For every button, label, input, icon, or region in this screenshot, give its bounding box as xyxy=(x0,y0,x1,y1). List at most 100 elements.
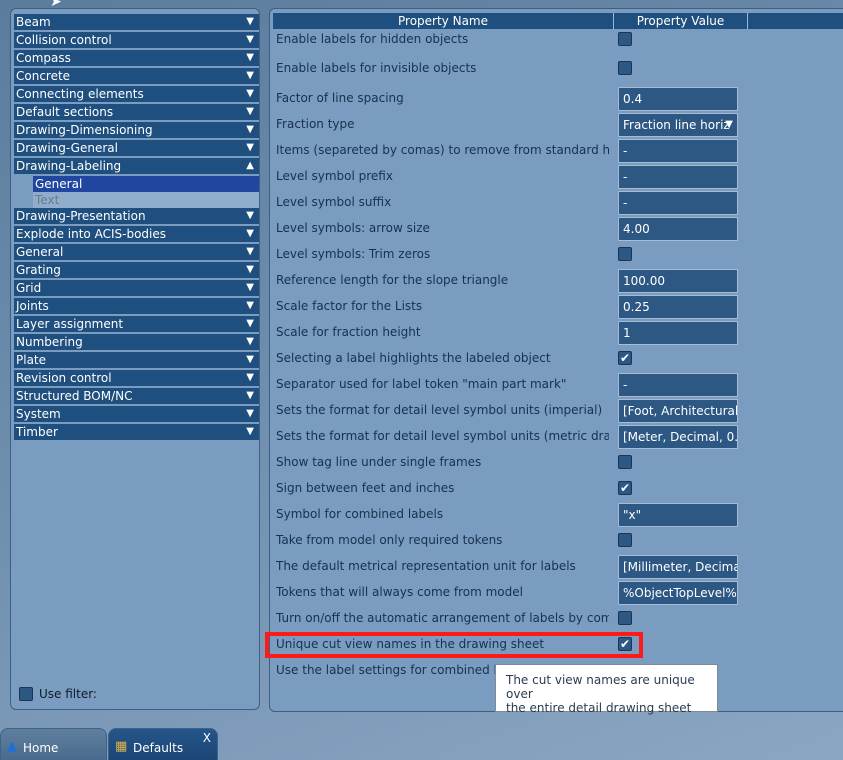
property-row[interactable]: Tokens that will always come from model%… xyxy=(275,581,843,605)
expand-arrow-icon[interactable]: ▼ xyxy=(246,244,254,260)
tab-home[interactable]: ▲ Home xyxy=(0,728,107,760)
property-row[interactable]: Selecting a label highlights the labeled… xyxy=(275,347,843,371)
property-row[interactable]: Unique cut view names in the drawing she… xyxy=(275,633,843,657)
property-checkbox[interactable]: ✔ xyxy=(618,481,632,495)
expand-arrow-icon[interactable]: ▼ xyxy=(246,334,254,350)
subcategory-text[interactable]: Text xyxy=(33,192,259,208)
property-row[interactable]: Take from model only required tokens xyxy=(275,529,843,553)
property-input[interactable]: "x" xyxy=(618,503,738,527)
property-input[interactable]: - xyxy=(618,373,738,397)
expand-arrow-icon[interactable]: ▼ xyxy=(246,280,254,296)
category-revision-control[interactable]: Revision control ▼ xyxy=(14,370,259,386)
collapse-arrow-icon[interactable]: ▲ xyxy=(246,158,254,174)
category-system[interactable]: System ▼ xyxy=(14,406,259,422)
expand-arrow-icon[interactable]: ▼ xyxy=(246,424,254,440)
property-input[interactable]: 4.00 xyxy=(618,217,738,241)
property-input[interactable]: 0.25 xyxy=(618,295,738,319)
property-row[interactable]: Sign between feet and inches ✔ xyxy=(275,477,843,501)
expand-arrow-icon[interactable]: ▼ xyxy=(246,298,254,314)
property-row[interactable]: Turn on/off the automatic arrangement of… xyxy=(275,607,843,631)
category-layer-assignment[interactable]: Layer assignment ▼ xyxy=(14,316,259,332)
property-row[interactable]: Scale for fraction height 1 xyxy=(275,321,843,345)
tab-defaults[interactable]: ▦ Defaults X xyxy=(108,728,218,760)
property-input[interactable]: - xyxy=(618,165,738,189)
property-row[interactable]: Sets the format for detail level symbol … xyxy=(275,425,843,449)
property-row[interactable]: Sets the format for detail level symbol … xyxy=(275,399,843,423)
category-timber[interactable]: Timber ▼ xyxy=(14,424,259,440)
property-row[interactable]: Fraction type Fraction line horiz ▼ xyxy=(275,113,843,137)
category-drawing-dimensioning[interactable]: Drawing-Dimensioning ▼ xyxy=(14,122,259,138)
property-checkbox[interactable] xyxy=(618,611,632,625)
expand-arrow-icon[interactable]: ▼ xyxy=(246,50,254,66)
property-row[interactable]: Level symbols: Trim zeros xyxy=(275,243,843,267)
category-explode-into-acis-bodies[interactable]: Explode into ACIS-bodies ▼ xyxy=(14,226,259,242)
property-dropdown[interactable]: Fraction line horiz ▼ xyxy=(618,113,738,137)
property-checkbox[interactable]: ✔ xyxy=(618,637,632,651)
property-checkbox[interactable] xyxy=(618,455,632,469)
category-grating[interactable]: Grating ▼ xyxy=(14,262,259,278)
property-input[interactable]: [Millimeter, Decimal, xyxy=(618,555,738,579)
property-row[interactable]: Symbol for combined labels "x" xyxy=(275,503,843,527)
property-input[interactable]: 0.4 xyxy=(618,87,738,111)
property-row[interactable]: The default metrical representation unit… xyxy=(275,555,843,579)
expand-arrow-icon[interactable]: ▼ xyxy=(246,32,254,48)
property-row[interactable]: Factor of line spacing 0.4 xyxy=(275,87,843,111)
category-drawing-general[interactable]: Drawing-General ▼ xyxy=(14,140,259,156)
category-default-sections[interactable]: Default sections ▼ xyxy=(14,104,259,120)
property-checkbox[interactable] xyxy=(618,32,632,46)
property-row[interactable]: Enable labels for invisible objects xyxy=(275,57,843,81)
expand-arrow-icon[interactable]: ▼ xyxy=(246,352,254,368)
category-grid[interactable]: Grid ▼ xyxy=(14,280,259,296)
expand-arrow-icon[interactable]: ▼ xyxy=(246,388,254,404)
close-tab-button[interactable]: X xyxy=(203,731,211,745)
category-plate[interactable]: Plate ▼ xyxy=(14,352,259,368)
property-checkbox[interactable]: ✔ xyxy=(618,351,632,365)
category-compass[interactable]: Compass ▼ xyxy=(14,50,259,66)
category-concrete[interactable]: Concrete ▼ xyxy=(14,68,259,84)
expand-arrow-icon[interactable]: ▼ xyxy=(246,68,254,84)
category-connecting-elements[interactable]: Connecting elements ▼ xyxy=(14,86,259,102)
expand-arrow-icon[interactable]: ▼ xyxy=(246,406,254,422)
use-filter-checkbox[interactable] xyxy=(19,687,33,701)
expand-arrow-icon[interactable]: ▼ xyxy=(246,14,254,30)
property-input[interactable]: - xyxy=(618,139,738,163)
expand-arrow-icon[interactable]: ▼ xyxy=(246,370,254,386)
category-joints[interactable]: Joints ▼ xyxy=(14,298,259,314)
property-checkbox[interactable] xyxy=(618,247,632,261)
expand-arrow-icon[interactable]: ▼ xyxy=(246,316,254,332)
property-row[interactable]: Level symbol suffix - xyxy=(275,191,843,215)
column-header-property-value[interactable]: Property Value xyxy=(614,13,748,29)
category-drawing-presentation[interactable]: Drawing-Presentation ▼ xyxy=(14,208,259,224)
category-collision-control[interactable]: Collision control ▼ xyxy=(14,32,259,48)
chevron-down-icon[interactable]: ▼ xyxy=(725,114,733,136)
column-header-property-name[interactable]: Property Name xyxy=(273,13,614,29)
property-input[interactable]: [Foot, Architectural, 0 xyxy=(618,399,738,423)
expand-arrow-icon[interactable]: ▼ xyxy=(246,226,254,242)
subcategory-general[interactable]: General xyxy=(33,176,259,192)
expand-arrow-icon[interactable]: ▼ xyxy=(246,122,254,138)
expand-arrow-icon[interactable]: ▼ xyxy=(246,104,254,120)
property-row[interactable]: Items (separeted by comas) to remove fro… xyxy=(275,139,843,163)
property-row[interactable]: Scale factor for the Lists 0.25 xyxy=(275,295,843,319)
expand-arrow-icon[interactable]: ▼ xyxy=(246,262,254,278)
property-row[interactable]: Level symbols: arrow size 4.00 xyxy=(275,217,843,241)
property-row[interactable]: Separator used for label token "main par… xyxy=(275,373,843,397)
property-row[interactable]: Level symbol prefix - xyxy=(275,165,843,189)
category-drawing-labeling[interactable]: Drawing-Labeling ▲ xyxy=(14,158,259,174)
property-checkbox[interactable] xyxy=(618,61,632,75)
expand-arrow-icon[interactable]: ▼ xyxy=(246,208,254,224)
category-structured-bom-nc[interactable]: Structured BOM/NC ▼ xyxy=(14,388,259,404)
property-row[interactable]: Show tag line under single frames xyxy=(275,451,843,475)
property-input[interactable]: 1 xyxy=(618,321,738,345)
category-general[interactable]: General ▼ xyxy=(14,244,259,260)
expand-arrow-icon[interactable]: ▼ xyxy=(246,140,254,156)
property-input[interactable]: - xyxy=(618,191,738,215)
category-numbering[interactable]: Numbering ▼ xyxy=(14,334,259,350)
category-beam[interactable]: Beam ▼ xyxy=(14,14,259,30)
use-filter-option[interactable]: Use filter: xyxy=(19,687,97,701)
property-input[interactable]: 100.00 xyxy=(618,269,738,293)
property-input[interactable]: %ObjectTopLevel%Ob xyxy=(618,581,738,605)
property-input[interactable]: [Meter, Decimal, 0.00 xyxy=(618,425,738,449)
property-row[interactable]: Reference length for the slope triangle 1… xyxy=(275,269,843,293)
property-checkbox[interactable] xyxy=(618,533,632,547)
